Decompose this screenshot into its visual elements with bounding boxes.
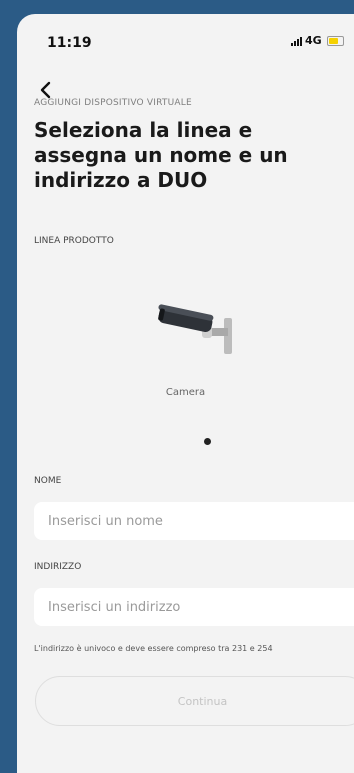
product-line-label: LINEA PRODOTTO xyxy=(34,236,114,246)
signal-icon xyxy=(291,36,302,46)
name-input[interactable] xyxy=(34,502,354,540)
camera-icon[interactable] xyxy=(152,304,257,364)
battery-icon xyxy=(326,35,344,46)
address-input[interactable] xyxy=(34,588,354,626)
carousel-dot[interactable] xyxy=(204,438,211,445)
status-indicators: 4G xyxy=(291,34,344,47)
page-overline: AGGIUNGI DISPOSITIVO VIRTUALE xyxy=(34,98,192,108)
page-title: Seleziona la linea e assegna un nome e u… xyxy=(34,118,288,192)
name-label: NOME xyxy=(34,476,62,486)
address-helper-text: L'indirizzo è univoco e deve essere comp… xyxy=(34,644,273,653)
status-time: 11:19 xyxy=(47,35,92,51)
network-label: 4G xyxy=(305,34,322,47)
phone-screen: 11:19 4G AGGIUNGI DISPOSITIVO VIRTUALE S… xyxy=(17,14,354,773)
continue-button[interactable]: Continua xyxy=(35,676,354,726)
address-label: INDIRIZZO xyxy=(34,562,82,572)
camera-caption: Camera xyxy=(165,387,206,398)
